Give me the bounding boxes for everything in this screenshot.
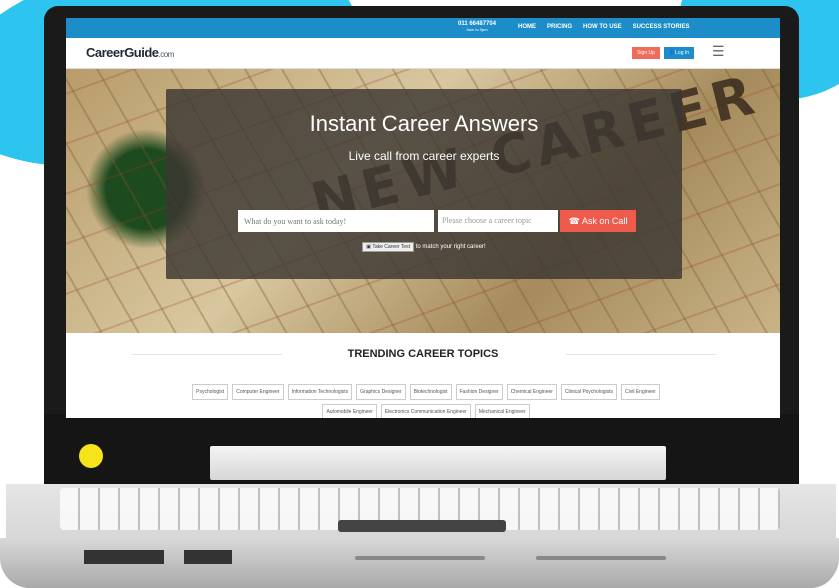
site-logo[interactable]: CareerGuide.com (86, 45, 174, 60)
trending-tags: Psychologist Computer Engineer Informati… (186, 384, 666, 418)
site-header: CareerGuide.com Sign Up 👤Log In ☰ (66, 38, 780, 69)
tag-computer-engineer[interactable]: Computer Engineer (232, 384, 284, 400)
signup-button[interactable]: Sign Up (632, 47, 660, 59)
tag-psychologist[interactable]: Psychologist (192, 384, 229, 400)
tag-automobile-engineer[interactable]: Automobile Engineer (322, 404, 377, 418)
nav-home[interactable]: HOME (518, 24, 536, 30)
tag-graphics-designer[interactable]: Graphics Designer (356, 384, 406, 400)
career-test-suffix: to match your right career! (415, 244, 486, 250)
top-bar: 011 66487704 9am to 9pm HOME PRICING HOW… (66, 18, 780, 38)
hero-banner: NEW CAREER Instant Career Answers Live c… (66, 62, 780, 333)
port-icon (184, 550, 232, 564)
port-icon (84, 550, 164, 564)
career-test-line: ▣ Take Career Test to match your right c… (166, 242, 682, 252)
nav-pricing[interactable]: PRICING (547, 24, 572, 30)
ask-on-call-button[interactable]: ☎ Ask on Call (560, 210, 636, 232)
ask-button-label: Ask on Call (581, 216, 628, 226)
nav-success-stories[interactable]: SUCCESS STORIES (633, 24, 690, 30)
laptop-screen: 011 66487704 9am to 9pm HOME PRICING HOW… (66, 18, 780, 418)
tag-electronics-communication-engineer[interactable]: Electronics Communication Engineer (380, 404, 471, 418)
hamburger-menu-icon[interactable]: ☰ (712, 44, 725, 58)
tag-civil-engineer[interactable]: Civil Engineer (621, 384, 660, 400)
laptop-hinge (210, 446, 666, 480)
vent-slot (536, 556, 666, 560)
phone-number[interactable]: 011 66487704 9am to 9pm (458, 21, 496, 33)
logo-main: CareerGuide (86, 45, 159, 60)
login-button[interactable]: 👤Log In (664, 47, 694, 59)
hero-subtitle: Live call from career experts (348, 149, 500, 163)
ask-question-input[interactable] (238, 210, 434, 232)
nav-how-to-use[interactable]: HOW TO USE (583, 24, 622, 30)
hero-overlay: Instant Career Answers Live call from ca… (166, 89, 682, 279)
tag-information-technologists[interactable]: Information Technologists (287, 384, 353, 400)
top-nav: HOME PRICING HOW TO USE SUCCESS STORIES (518, 24, 689, 30)
trending-title: TRENDING CAREER TOPICS (347, 348, 499, 360)
tag-clinical-psychologists[interactable]: Clinical Psychologists (560, 384, 618, 400)
take-career-test-button[interactable]: ▣ Take Career Test (362, 242, 415, 252)
logo-suffix: .com (158, 50, 175, 59)
hero-title: Instant Career Answers (309, 111, 539, 136)
tag-chemical-engineer[interactable]: Chemical Engineer (506, 384, 557, 400)
tag-biotechnologist[interactable]: Biotechnologist (409, 384, 452, 400)
trackpad (338, 520, 506, 532)
webcam-icon (79, 444, 103, 468)
test-button-label: Take Career Test (372, 244, 411, 250)
tag-mechanical-engineer[interactable]: Mechanical Engineer (474, 404, 530, 418)
tag-fashion-designer[interactable]: Fashion Designer (455, 384, 503, 400)
career-topic-select[interactable]: Please choose a career topic (438, 210, 558, 232)
phone-hours: 9am to 9pm (466, 27, 488, 32)
login-label: Log In (675, 50, 690, 56)
vent-slot (355, 556, 485, 560)
